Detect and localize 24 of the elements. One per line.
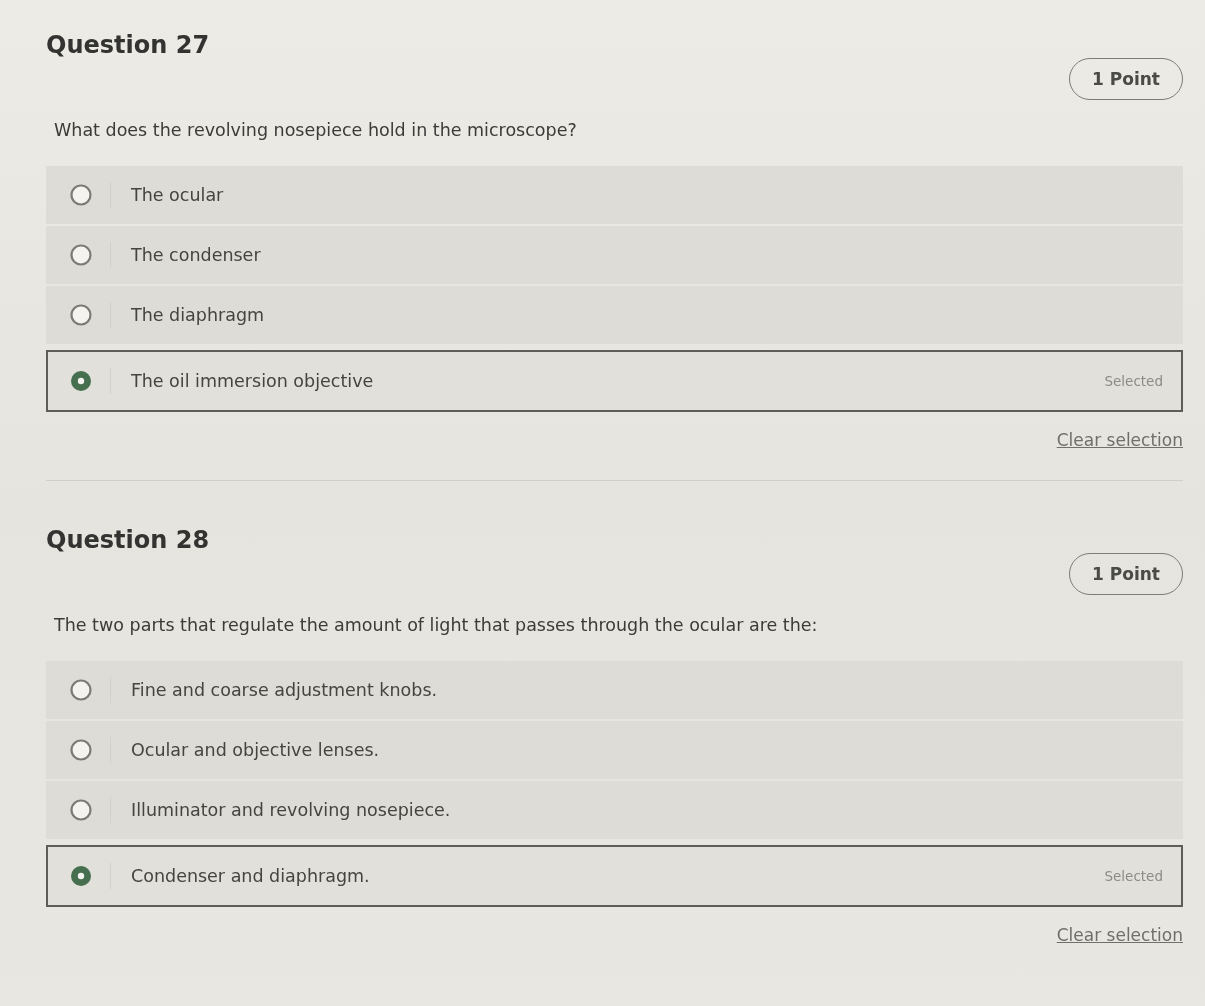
answer-option[interactable]: Fine and coarse adjustment knobs.: [46, 661, 1183, 719]
question-title: Question 28: [46, 525, 210, 556]
question-text: The two parts that regulate the amount of light that passes through the ocular are the:: [54, 614, 819, 637]
radio-icon[interactable]: [70, 679, 92, 701]
radio-icon[interactable]: [70, 184, 92, 206]
radio-icon[interactable]: [70, 799, 92, 821]
selected-status: Selected: [1104, 373, 1163, 389]
answer-option[interactable]: Illuminator and revolving nosepiece.: [46, 781, 1183, 839]
clear-selection-link[interactable]: Clear selection: [1056, 430, 1183, 450]
answer-option[interactable]: The condenser: [46, 226, 1183, 284]
question-text: What does the revolving nosepiece hold in the microscope?: [54, 119, 578, 142]
radio-icon[interactable]: [70, 865, 92, 887]
radio-icon[interactable]: [70, 370, 92, 392]
answer-option[interactable]: The ocular: [46, 166, 1183, 224]
question-title: Question 27: [46, 30, 210, 61]
clear-selection-link[interactable]: Clear selection: [1056, 925, 1183, 945]
radio-icon[interactable]: [70, 739, 92, 761]
answer-option[interactable]: The diaphragm: [46, 286, 1183, 344]
radio-icon[interactable]: [70, 244, 92, 266]
answer-option[interactable]: The oil immersion objective Selected: [46, 350, 1183, 412]
selected-status: Selected: [1104, 868, 1163, 884]
radio-icon[interactable]: [70, 304, 92, 326]
answer-option[interactable]: Condenser and diaphragm. Selected: [46, 845, 1183, 907]
answer-option[interactable]: Ocular and objective lenses.: [46, 721, 1183, 779]
